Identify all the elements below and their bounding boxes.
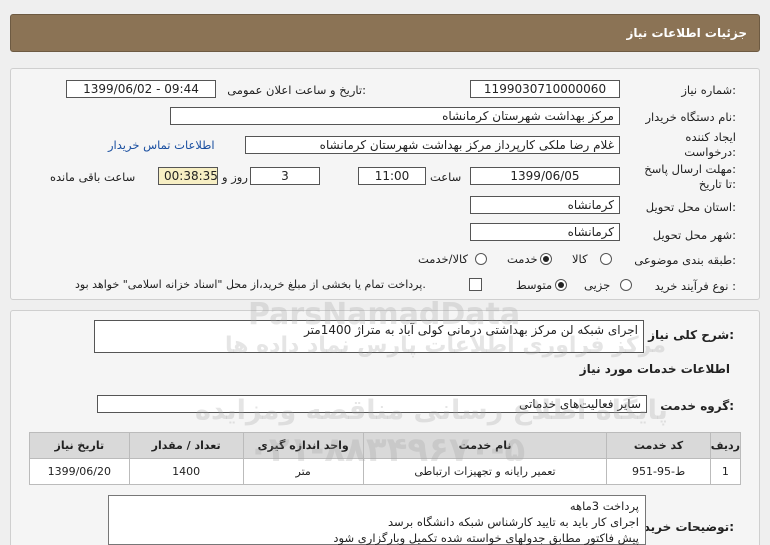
table-row: 1 ط-95-951 تعمیر رایانه و تجهیزات ارتباط… xyxy=(29,458,742,485)
buyer-notes-box: پرداخت 3ماهه اجرای کار باید به تایید کار… xyxy=(108,495,646,545)
page-title: جزئیات اطلاعات نیاز xyxy=(626,26,747,40)
need-number-field: 1199030710000060 xyxy=(470,80,620,98)
need-number-label: شماره نیاز: xyxy=(681,83,736,97)
treasury-payment-note: پرداخت تمام یا بخشی از مبلغ خرید،از محل … xyxy=(75,278,426,291)
col-header-index: ردیف xyxy=(709,432,742,459)
cell-name: تعمیر رایانه و تجهیزات ارتباطی xyxy=(362,458,608,485)
buyer-org-field: مرکز بهداشت شهرستان کرمانشاه xyxy=(170,107,620,125)
cell-code: ط-95-951 xyxy=(606,458,711,485)
days-label: روز و xyxy=(222,170,248,184)
deadline-time-label: ساعت xyxy=(430,170,462,184)
category-both-radio[interactable] xyxy=(475,253,487,265)
process-medium-radio[interactable] xyxy=(555,279,567,291)
creator-field: غلام رضا ملکی کارپرداز مرکز بهداشت شهرست… xyxy=(245,136,620,154)
general-description-field: اجرای شبکه لن مرکز بهداشتی درمانی کولی آ… xyxy=(94,320,644,353)
province-label: استان محل تحویل: xyxy=(645,200,736,214)
col-header-name: نام خدمت xyxy=(362,432,608,459)
province-field: کرمانشاه xyxy=(470,196,620,214)
buyer-note-line-3: پیش فاکتور مطابق جدولهای خواسته شده تکمی… xyxy=(333,531,639,545)
process-minor-radio[interactable] xyxy=(620,279,632,291)
process-option-minor-label: جزیی xyxy=(584,278,611,292)
process-option-medium-label: متوسط xyxy=(516,278,553,292)
col-header-qty: تعداد / مقدار xyxy=(128,432,244,459)
services-table: ردیف کد خدمت نام خدمت واحد اندازه گیری ت… xyxy=(29,432,742,485)
treasury-payment-checkbox[interactable] xyxy=(469,278,482,291)
cell-date: 1399/06/20 xyxy=(29,458,130,485)
city-label: شهر محل تحویل: xyxy=(652,228,736,242)
buyer-contact-link[interactable]: اطلاعات تماس خریدار xyxy=(108,138,215,152)
announce-datetime-field: 1399/06/02 - 09:44 xyxy=(66,80,216,98)
cell-qty: 1400 xyxy=(128,458,244,485)
category-label: طبقه بندی موضوعی: xyxy=(634,253,736,267)
service-group-field: سایر فعالیت‌های خدماتی xyxy=(97,395,647,413)
creator-label-line1: ایجاد کننده xyxy=(685,130,736,144)
category-goods-radio[interactable] xyxy=(600,253,612,265)
service-group-label: گروه خدمت: xyxy=(660,399,734,413)
col-header-code: کد خدمت xyxy=(606,432,711,459)
table-header-row: ردیف کد خدمت نام خدمت واحد اندازه گیری ت… xyxy=(29,432,742,459)
category-option-service-label: خدمت xyxy=(507,252,538,266)
days-remaining-field: 3 xyxy=(250,167,320,185)
buyer-note-line-1: پرداخت 3ماهه xyxy=(569,499,639,513)
services-section-title: اطلاعات خدمات مورد نیاز xyxy=(579,362,730,376)
deadline-label-line2: تا تاریخ: xyxy=(698,177,736,191)
cell-unit: متر xyxy=(242,458,364,485)
services-table-wrapper: ردیف کد خدمت نام خدمت واحد اندازه گیری ت… xyxy=(29,432,742,485)
category-option-both-label: کالا/خدمت xyxy=(418,252,469,266)
deadline-time-field: 11:00 xyxy=(358,167,426,185)
buyer-notes-label: توضیحات خریدار: xyxy=(632,520,734,534)
category-service-radio[interactable] xyxy=(540,253,552,265)
process-label: نوع فرآیند خرید : xyxy=(654,279,736,293)
general-description-label: شرح کلی نیاز: xyxy=(648,328,734,342)
announce-label: تاریخ و ساعت اعلان عمومی: xyxy=(227,83,366,97)
remaining-time-label: ساعت باقی مانده xyxy=(50,170,136,184)
city-field: کرمانشاه xyxy=(470,223,620,241)
page-header: جزئیات اطلاعات نیاز xyxy=(10,14,760,52)
cell-index: 1 xyxy=(709,458,742,485)
creator-label-line2: درخواست: xyxy=(684,145,736,159)
remaining-time-field: 00:38:35 xyxy=(158,167,218,185)
col-header-unit: واحد اندازه گیری xyxy=(242,432,364,459)
category-option-goods-label: کالا xyxy=(572,252,588,266)
deadline-label-line1: مهلت ارسال پاسخ: xyxy=(644,162,736,176)
deadline-date-field: 1399/06/05 xyxy=(470,167,620,185)
col-header-date: تاریخ نیاز xyxy=(29,432,130,459)
buyer-note-line-2: اجرای کار باید به تایید کارشناس شبکه دان… xyxy=(387,515,639,529)
buyer-org-label: نام دستگاه خریدار: xyxy=(645,110,736,124)
